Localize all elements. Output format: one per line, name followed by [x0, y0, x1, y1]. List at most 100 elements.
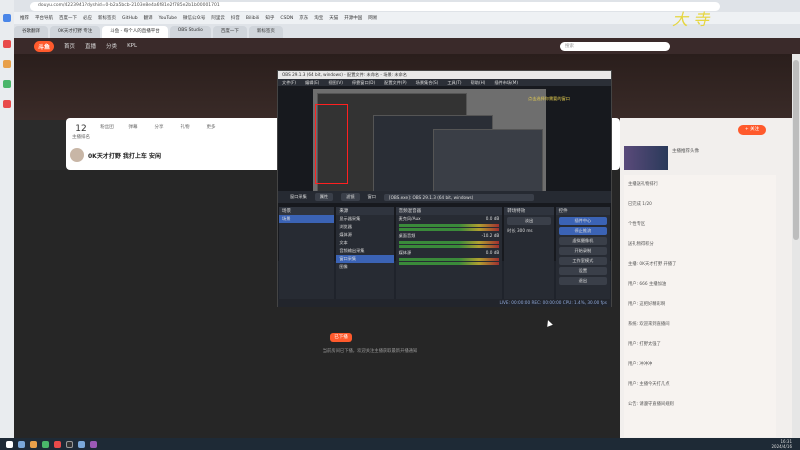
app-icon[interactable] [3, 40, 11, 48]
bookmark-item[interactable]: 抖音 [231, 15, 240, 21]
nav-link[interactable]: 首页 [64, 42, 75, 50]
obs-docks: 场景 场景 来源 显示器采集 浏览器 媒体源 文本 音频输出采集 窗口采集 图像 音频混音器… [278, 207, 611, 299]
controls-dock: 控件 插件中心 停止推流 虚拟摄像机 开始录制 工作室模式 设置 退出 [555, 207, 610, 299]
app-icon[interactable] [3, 80, 11, 88]
recommend-label: 主播推荐头像 [672, 149, 699, 154]
control-button[interactable]: 退出 [558, 277, 607, 285]
obs-menu-item[interactable]: 文件(F) [282, 80, 296, 86]
browser-tab[interactable]: 新标签页 [248, 26, 283, 38]
source-item[interactable]: 显示器采集 [336, 215, 393, 223]
obs-menu-item[interactable]: 视图(V) [328, 80, 343, 86]
bookmark-item[interactable]: CSDN [280, 16, 293, 21]
bookmark-item[interactable]: 推荐 [20, 15, 29, 21]
browser-tab[interactable]: OBS Studio [169, 26, 211, 38]
browser-tab[interactable]: 0K天才打野 专注 [50, 26, 101, 38]
bookmark-icon[interactable] [3, 14, 11, 22]
fans-stat[interactable]: 粉丝团 [94, 124, 120, 130]
system-clock[interactable]: 16:31 2024/4/16 [771, 439, 792, 449]
bookmark-item[interactable]: 平台导航 [35, 15, 53, 21]
app-icon[interactable] [3, 60, 11, 68]
bookmark-item[interactable]: 知乎 [265, 15, 274, 21]
bookmark-item[interactable]: YouTube [159, 16, 177, 21]
page-scrollbar-thumb[interactable] [793, 60, 799, 240]
obs-icon[interactable] [66, 440, 73, 448]
control-button[interactable]: 开始录制 [558, 247, 607, 255]
control-button[interactable]: 插件中心 [558, 217, 607, 225]
source-item[interactable]: 浏览器 [336, 223, 393, 231]
properties-button[interactable]: 属性 [314, 193, 334, 201]
obs-menu-item[interactable]: 编辑(E) [305, 80, 319, 86]
source-item[interactable]: 媒体源 [336, 231, 393, 239]
folder-icon[interactable] [30, 440, 37, 448]
app-icon[interactable] [54, 440, 61, 448]
duration-input[interactable]: 300 ms [517, 228, 533, 233]
rank-stat[interactable]: 12 主播排名 [68, 124, 94, 140]
volume-slider[interactable] [398, 245, 500, 248]
bookmark-item[interactable]: 京东 [299, 15, 308, 21]
address-bar[interactable]: douyu.com/4223941?dyshid=0-b2a5bcb-2103e… [30, 2, 720, 11]
window-select[interactable]: [OBS.exe]: OBS 29.1.3 (64 bit, windows) [383, 193, 534, 201]
chrome-icon[interactable] [42, 440, 49, 448]
browser-tab[interactable]: 百度一下 [212, 26, 247, 38]
obs-menu-item[interactable]: 插件市场(M) [494, 80, 518, 86]
follow-button[interactable]: + 关注 [738, 125, 766, 135]
bookmark-item[interactable]: 必应 [83, 15, 92, 21]
offline-note: 当前房间已下播，欢迎关注主播获取最新开播通知 [322, 349, 418, 354]
obs-titlebar[interactable]: OBS 29.1.3 (64 bit, windows) - 配置文件: 未命名… [278, 71, 611, 79]
bookmark-item[interactable]: 网易 [368, 15, 377, 21]
source-item[interactable]: 窗口采集 [336, 255, 394, 263]
bookmark-item[interactable]: GitHub [122, 16, 138, 21]
obs-menu-item[interactable]: 场景集合(S) [416, 80, 439, 86]
source-item[interactable]: 图像 [336, 263, 393, 271]
danmu-stat[interactable]: 弹幕 [120, 124, 146, 130]
start-icon[interactable] [6, 440, 13, 448]
control-button[interactable]: 虚拟摄像机 [558, 237, 607, 245]
obs-menu-item[interactable]: 配置文件(P) [384, 80, 407, 86]
browser-tab[interactable]: 谷歌翻译 [14, 26, 48, 38]
obs-menu-item[interactable]: 工具(T) [447, 80, 461, 86]
search-icon[interactable] [18, 440, 25, 448]
crop-selection[interactable] [315, 104, 348, 184]
bookmark-item[interactable]: 天猫 [329, 15, 338, 21]
nav-link[interactable]: KPL [127, 43, 137, 49]
share-stat[interactable]: 分享 [146, 124, 172, 130]
filters-button[interactable]: 滤镜 [341, 193, 360, 201]
volume-meter [398, 241, 500, 244]
scene-item[interactable]: 场景 [279, 215, 335, 223]
nav-link[interactable]: 分类 [106, 42, 117, 50]
browser-tab[interactable]: 斗鱼 - 每个人的直播平台 [102, 26, 168, 38]
volume-slider[interactable] [398, 262, 500, 265]
bookmark-item[interactable]: 百度一下 [59, 15, 77, 21]
source-item[interactable]: 文本 [336, 239, 393, 247]
source-list: 显示器采集 浏览器 媒体源 文本 音频输出采集 窗口采集 图像 [336, 215, 394, 271]
transition-select[interactable]: 淡出 [507, 217, 551, 225]
source-item[interactable]: 音频输出采集 [336, 247, 393, 255]
nav-link[interactable]: 直播 [85, 42, 96, 50]
control-button[interactable]: 设置 [558, 267, 607, 275]
recommend-thumbnail[interactable] [624, 146, 668, 170]
bookmark-item[interactable]: 翻译 [144, 15, 153, 21]
control-button[interactable]: 停止推流 [558, 227, 607, 235]
obs-menu-item[interactable]: 帮助(H) [471, 80, 486, 86]
bookmark-item[interactable]: 阿里云 [211, 15, 225, 21]
obs-menubar: 文件(F) 编辑(E) 视图(V) 停靠窗口(D) 配置文件(P) 场景集合(S) 工具(T… [278, 79, 611, 86]
bookmark-item[interactable]: 新标签页 [98, 15, 116, 21]
bookmark-item[interactable]: 淘宝 [314, 15, 323, 21]
mixer-channel: 麦克风/Aux 0.0 dB [396, 215, 503, 223]
site-logo[interactable]: 斗鱼 [34, 40, 55, 52]
mixer-title: 音频混音器 [395, 207, 503, 215]
more-stat[interactable]: 更多 [198, 124, 224, 130]
avatar[interactable] [70, 148, 84, 162]
app-icon[interactable] [78, 440, 85, 448]
app-icon[interactable] [90, 440, 97, 448]
site-search-input[interactable]: 搜索 [560, 42, 670, 51]
chat-message: 公告: 请遵守直播间规则 [628, 402, 674, 407]
obs-menu-item[interactable]: 停靠窗口(D) [352, 80, 375, 86]
bookmark-item[interactable]: 微信公众号 [183, 15, 206, 21]
control-button[interactable]: 工作室模式 [558, 257, 607, 265]
volume-slider[interactable] [398, 228, 500, 231]
bookmark-item[interactable]: Bilibili [246, 16, 259, 21]
gift-stat[interactable]: 礼物 [172, 124, 198, 130]
bookmark-item[interactable]: 开源中国 [344, 15, 362, 21]
app-icon[interactable] [3, 100, 11, 108]
